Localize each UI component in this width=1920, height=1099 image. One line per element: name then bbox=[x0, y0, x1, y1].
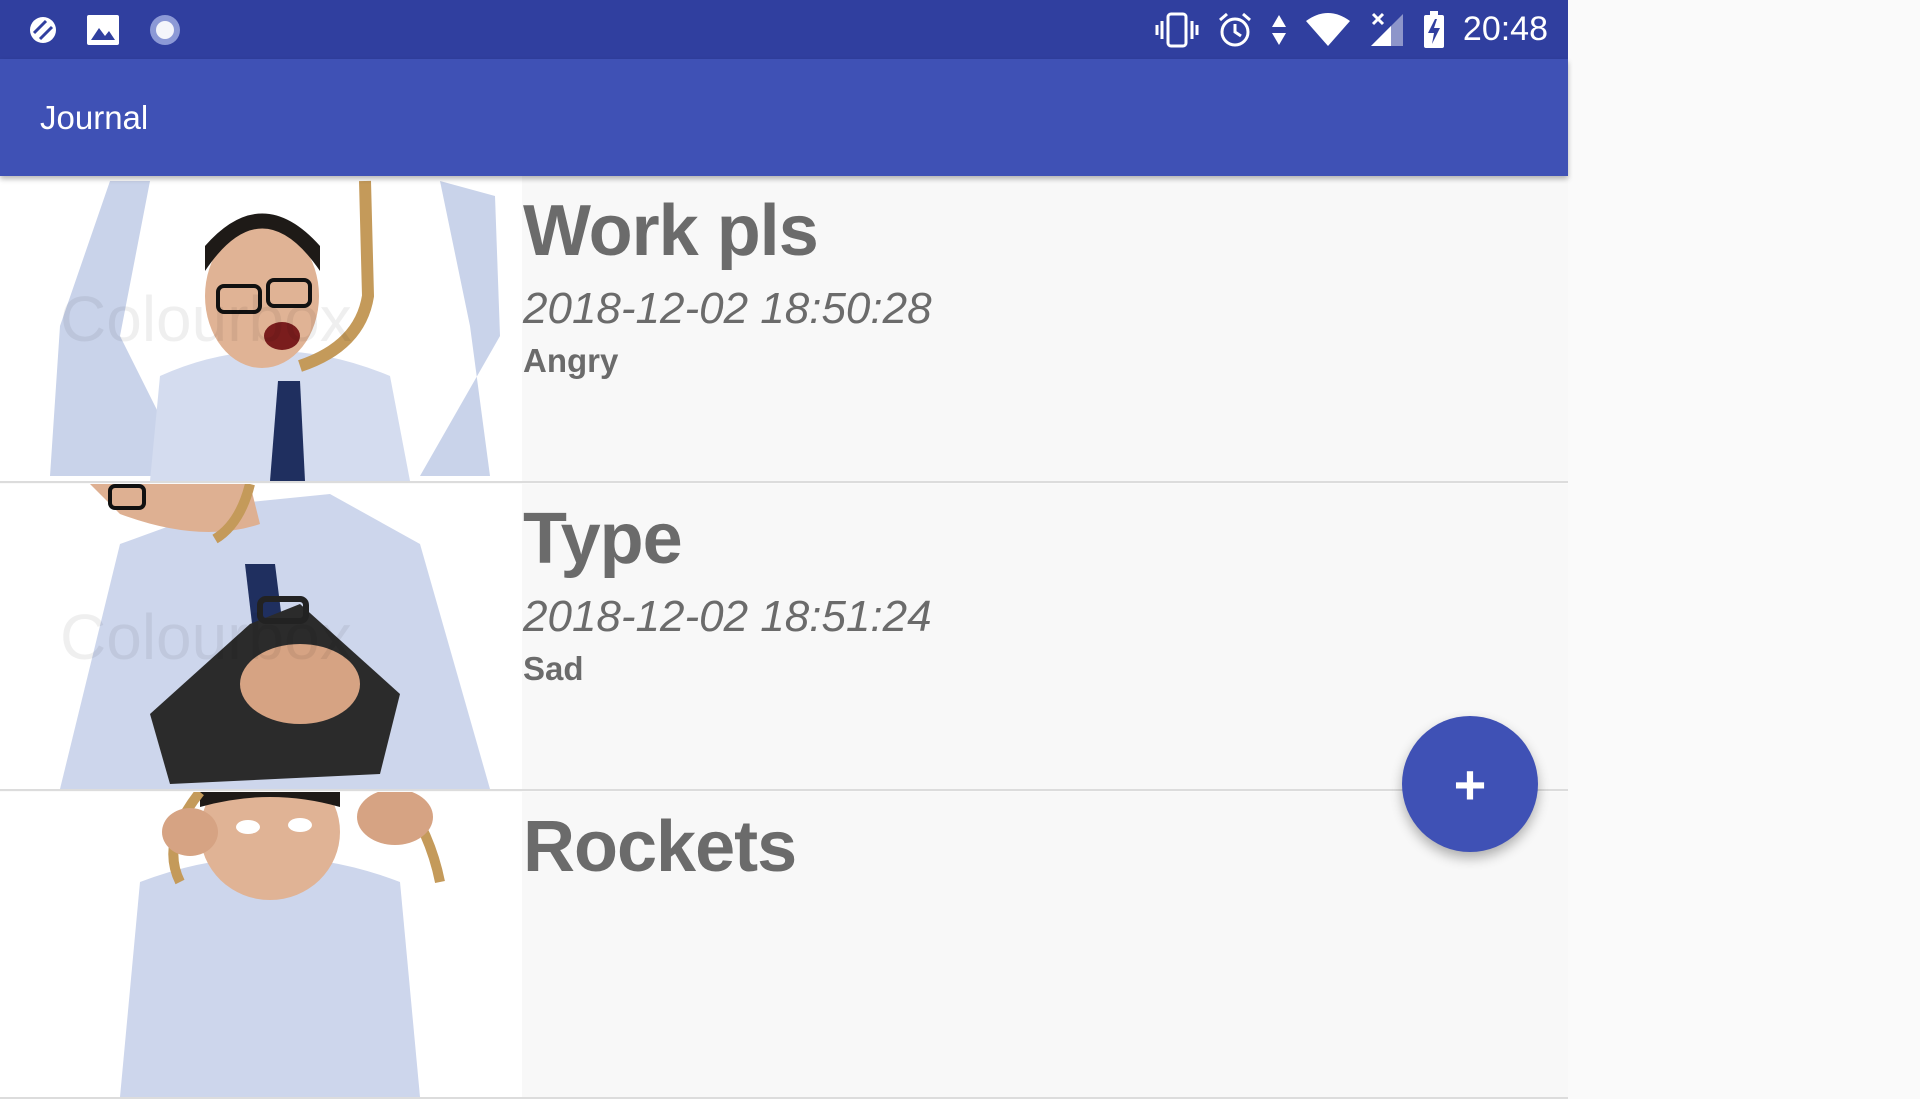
add-entry-button[interactable]: + bbox=[1402, 716, 1538, 852]
vibrate-icon bbox=[1155, 12, 1199, 48]
wifi-icon bbox=[1305, 12, 1351, 47]
status-bar-left bbox=[28, 13, 210, 47]
status-bar: 20:48 bbox=[0, 0, 1568, 59]
journal-entry[interactable]: Colourbox Work pls 2018-12-02 18:50:28 A… bbox=[0, 176, 1568, 483]
alarm-icon bbox=[1217, 12, 1253, 48]
entry-title: Work pls bbox=[523, 191, 819, 271]
no-sync-icon bbox=[28, 15, 58, 45]
entry-mood: Angry bbox=[523, 342, 619, 379]
entry-mood: Sad bbox=[523, 650, 584, 687]
data-arrows-icon bbox=[1271, 13, 1287, 47]
svg-text:Colourbox: Colourbox bbox=[60, 601, 352, 673]
journal-entry[interactable]: Rockets bbox=[0, 792, 1568, 1099]
entry-date: 2018-12-02 18:50:28 bbox=[523, 284, 932, 333]
journal-entry[interactable]: Colourbox Type 2018-12-02 18:51:24 Sad bbox=[0, 484, 1568, 791]
status-bar-right: 20:48 bbox=[1137, 10, 1548, 49]
status-time: 20:48 bbox=[1462, 10, 1548, 48]
battery-charging-icon bbox=[1423, 10, 1445, 49]
entry-title: Type bbox=[523, 499, 683, 579]
entry-photo bbox=[0, 792, 522, 1097]
svg-text:Colourbox: Colourbox bbox=[60, 283, 352, 355]
entry-photo: Colourbox bbox=[0, 484, 522, 789]
app-bar: Journal bbox=[0, 59, 1568, 176]
loading-icon bbox=[148, 13, 182, 47]
add-icon: + bbox=[1453, 752, 1487, 816]
entry-date: 2018-12-02 18:51:24 bbox=[523, 592, 932, 641]
image-icon bbox=[86, 14, 120, 46]
entry-photo: Colourbox bbox=[0, 176, 522, 481]
app-title: Journal bbox=[40, 98, 149, 136]
entry-title: Rockets bbox=[523, 807, 797, 887]
signal-no-service-icon bbox=[1369, 12, 1405, 48]
